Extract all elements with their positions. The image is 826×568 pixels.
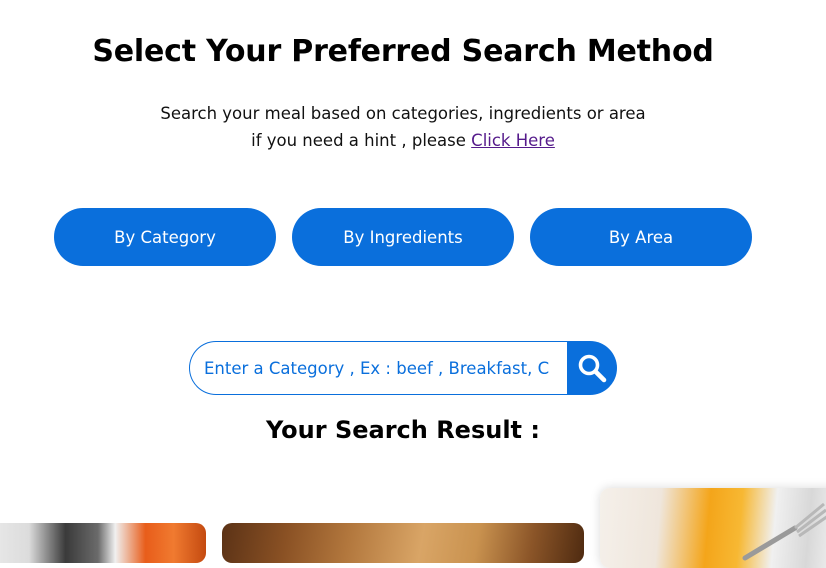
result-card[interactable] <box>0 523 206 563</box>
by-ingredients-button[interactable]: By Ingredients <box>292 208 514 266</box>
by-area-button[interactable]: By Area <box>530 208 752 266</box>
search-input[interactable] <box>189 341 568 395</box>
by-category-button[interactable]: By Category <box>54 208 276 266</box>
page-title: Select Your Preferred Search Method <box>92 34 714 69</box>
search-icon <box>578 354 607 383</box>
hint-link[interactable]: Click Here <box>471 131 555 150</box>
meal-image <box>0 523 206 563</box>
search-bar <box>189 341 617 395</box>
fork-icon <box>742 502 826 561</box>
subtitle-line-1: Search your meal based on categories, in… <box>160 104 646 123</box>
hint-text: if you need a hint , please <box>251 131 466 150</box>
meal-image <box>222 523 584 563</box>
meal-image <box>600 488 826 568</box>
results-heading: Your Search Result : <box>266 416 540 444</box>
page-subtitle: Search your meal based on categories, in… <box>0 100 806 154</box>
result-card[interactable] <box>222 523 584 563</box>
result-card[interactable] <box>600 488 826 568</box>
search-button[interactable] <box>567 341 617 395</box>
subtitle-line-2: if you need a hint , please Click Here <box>0 127 806 154</box>
